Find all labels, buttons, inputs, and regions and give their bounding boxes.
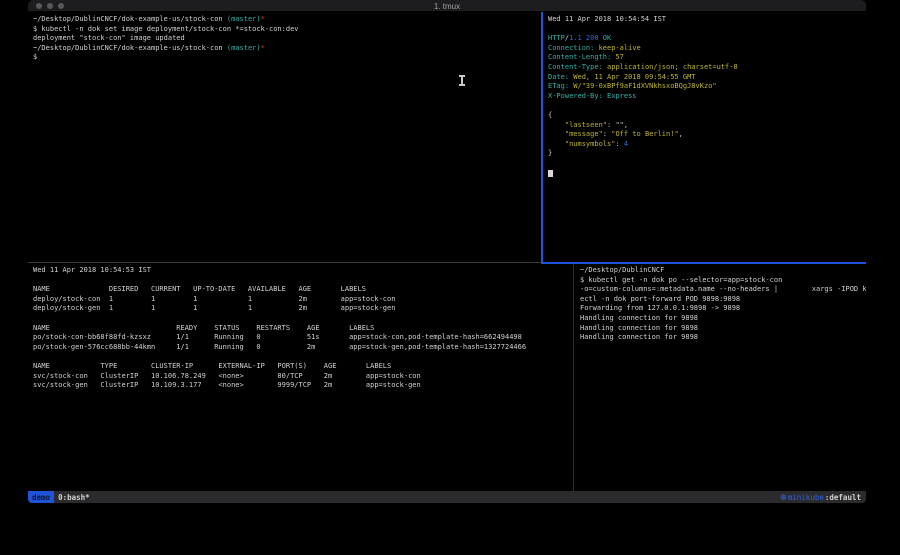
terminal-line: [548, 159, 866, 169]
terminal-line: X-Powered-By: Express: [548, 92, 866, 102]
terminal-line: ETag: W/"39-0xBPf9aF1dXVNkhsxoBQgJ8vKzo": [548, 82, 866, 92]
terminal-line: ~/Desktop/DublinCNCF: [580, 266, 866, 276]
terminal-line: deployment "stock-con" image updated: [33, 34, 540, 44]
tmux-window-tab[interactable]: 0:bash*: [58, 493, 90, 502]
terminal-line: [548, 25, 866, 35]
terminal-line: }: [548, 149, 866, 159]
tmux-session: ~/Desktop/DublinCNCF/dok-example-us/stoc…: [28, 12, 866, 491]
terminal-line: NAME READY STATUS RESTARTS AGE LABELS: [33, 324, 571, 334]
terminal-line: [33, 276, 571, 286]
pane-border-vertical-bottom[interactable]: [573, 264, 574, 491]
terminal-line: [548, 101, 866, 111]
terminal-line: [548, 169, 866, 179]
pane-bottom-right-port-forward[interactable]: ~/Desktop/DublinCNCF$ kubectl get -n dok…: [575, 263, 866, 491]
terminal-line: ~/Desktop/DublinCNCF/dok-example-us/stoc…: [33, 44, 540, 54]
terminal-line: -o=custom-columns=:metadata.name --no-he…: [580, 285, 866, 295]
terminal-line: "message": "Off to Berlin!",: [548, 130, 866, 140]
pane-top-right-http-response[interactable]: Wed 11 Apr 2018 10:54:54 IST HTTP/1.1 20…: [543, 12, 866, 262]
terminal-line: "lastseen": "",: [548, 121, 866, 131]
terminal-line: Wed 11 Apr 2018 10:54:54 IST: [548, 15, 866, 25]
terminal-line: Handling connection for 9898: [580, 324, 866, 334]
terminal-line: Content-Length: 57: [548, 53, 866, 63]
terminal-cursor: [548, 170, 553, 177]
terminal-line: ectl -n dok port-forward POD 9898:9898: [580, 295, 866, 305]
terminal-line: HTTP/1.1 200 OK: [548, 34, 866, 44]
terminal-line: NAME TYPE CLUSTER-IP EXTERNAL-IP PORT(S)…: [33, 362, 571, 372]
terminal-line: [33, 352, 571, 362]
pane-border-horizontal-left[interactable]: [28, 262, 541, 263]
terminal-line: deploy/stock-con 1 1 1 1 2m app=stock-co…: [33, 295, 571, 305]
pane-bottom-left-kubectl-get[interactable]: Wed 11 Apr 2018 10:54:53 IST NAME DESIRE…: [28, 263, 571, 491]
terminal-line: Handling connection for 9898: [580, 314, 866, 324]
terminal-line: Forwarding from 127.0.0.1:9898 -> 9898: [580, 304, 866, 314]
terminal-line: $ kubectl get -n dok po --selector=app=s…: [580, 276, 866, 286]
terminal-line: ~/Desktop/DublinCNCF/dok-example-us/stoc…: [33, 15, 540, 25]
terminal-line: $ kubectl -n dok set image deployment/st…: [33, 25, 540, 35]
window-title: 1. tmux: [28, 2, 866, 11]
kubernetes-helm-icon: ☸: [780, 493, 787, 502]
mouse-ibeam-cursor: [459, 75, 465, 86]
pane-top-left-shell[interactable]: ~/Desktop/DublinCNCF/dok-example-us/stoc…: [28, 12, 540, 262]
session-name-badge: demo: [28, 491, 54, 503]
terminal-line: Wed 11 Apr 2018 10:54:53 IST: [33, 266, 571, 276]
terminal-line: Connection: keep-alive: [548, 44, 866, 54]
terminal-line: po/stock-con-bb68f88fd-kzsxz 1/1 Running…: [33, 333, 571, 343]
terminal-line: po/stock-gen-576cc688bb-44kmn 1/1 Runnin…: [33, 343, 571, 353]
terminal-line: Date: Wed, 11 Apr 2018 09:54:55 GMT: [548, 73, 866, 83]
pane-border-vertical-active[interactable]: [541, 12, 543, 263]
terminal-line: Content-Type: application/json; charset=…: [548, 63, 866, 73]
terminal-line: svc/stock-gen ClusterIP 10.109.3.177 <no…: [33, 381, 571, 391]
tmux-status-bar: demo 0:bash* ☸ minikube :default: [28, 491, 866, 503]
kube-namespace-label: :default: [825, 493, 861, 502]
terminal-line: svc/stock-con ClusterIP 10.106.78.249 <n…: [33, 372, 571, 382]
terminal-line: deploy/stock-gen 1 1 1 1 2m app=stock-ge…: [33, 304, 571, 314]
terminal-line: $: [33, 53, 540, 63]
kube-context-label: minikube: [788, 493, 824, 502]
status-right: ☸ minikube :default: [780, 493, 866, 502]
terminal-line: Handling connection for 9898: [580, 333, 866, 343]
title-bar[interactable]: 1. tmux: [28, 0, 866, 12]
terminal-window: 1. tmux ~/Desktop/DublinCNCF/dok-example…: [28, 0, 866, 503]
pane-border-horizontal-active[interactable]: [541, 262, 866, 264]
terminal-line: NAME DESIRED CURRENT UP-TO-DATE AVAILABL…: [33, 285, 571, 295]
terminal-line: {: [548, 111, 866, 121]
terminal-line: "numsymbols": 4: [548, 140, 866, 150]
terminal-line: [33, 314, 571, 324]
